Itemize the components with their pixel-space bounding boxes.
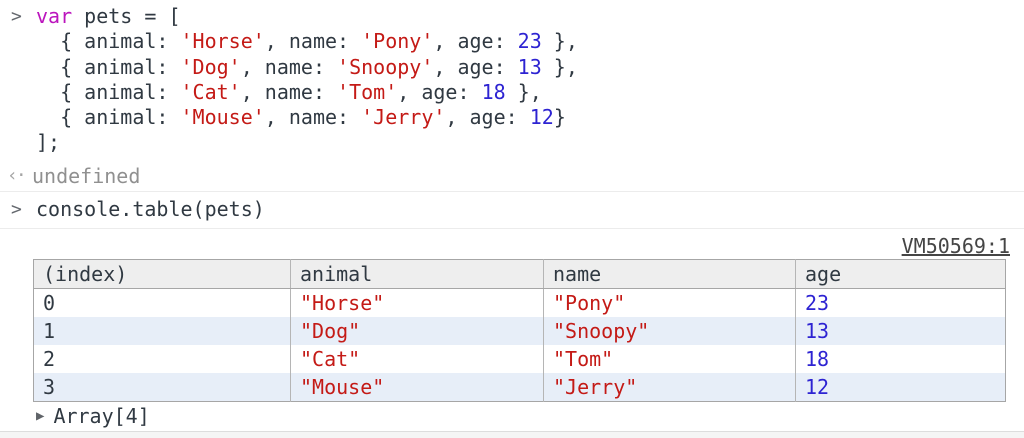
code-line: var pets = [: [36, 4, 1024, 29]
table-cell: 2: [34, 345, 291, 373]
code-line: { animal: 'Cat', name: 'Tom', age: 18 },: [36, 80, 1024, 105]
table-cell: "Mouse": [291, 373, 544, 402]
console-table-output: VM50569:1 (index)animalnameage 0"Horse""…: [0, 229, 1024, 430]
column-header-name[interactable]: name: [544, 259, 796, 288]
table-cell: "Pony": [544, 288, 796, 317]
table-cell: "Cat": [291, 345, 544, 373]
console-input-code: var pets = [ { animal: 'Horse', name: 'P…: [36, 4, 1024, 156]
prompt-chevron-icon: >: [0, 4, 36, 30]
table-cell: "Jerry": [544, 373, 796, 402]
table-cell: "Dog": [291, 317, 544, 345]
table-cell: 23: [796, 288, 1006, 317]
table-row: 2"Cat""Tom"18: [34, 345, 1006, 373]
console-result-entry: ‹· undefined: [0, 163, 1024, 189]
return-value: undefined: [32, 164, 140, 188]
console-panel: > var pets = [ { animal: 'Horse', name: …: [0, 0, 1024, 430]
table-row: 0"Horse""Pony"23: [34, 288, 1006, 317]
console-bottom-divider: [0, 431, 1024, 438]
table-cell: "Tom": [544, 345, 796, 373]
expand-triangle-icon[interactable]: ▶: [36, 408, 44, 424]
return-value-icon: ‹·: [0, 165, 32, 186]
table-cell: "Snoopy": [544, 317, 796, 345]
console-table-body: 0"Horse""Pony"231"Dog""Snoopy"132"Cat""T…: [34, 288, 1006, 401]
table-cell: 12: [796, 373, 1006, 402]
code-line: { animal: 'Mouse', name: 'Jerry', age: 1…: [36, 105, 1024, 130]
console-table: (index)animalnameage 0"Horse""Pony"231"D…: [33, 259, 1006, 402]
code-line: { animal: 'Horse', name: 'Pony', age: 23…: [36, 29, 1024, 54]
source-location-link[interactable]: VM50569:1: [902, 234, 1010, 258]
column-header-index[interactable]: (index): [34, 259, 291, 288]
table-cell: 0: [34, 288, 291, 317]
console-table-header: (index)animalnameage: [34, 259, 1006, 288]
array-summary[interactable]: Array[4]: [53, 404, 149, 428]
table-cell: 13: [796, 317, 1006, 345]
code-line: ];: [36, 130, 1024, 155]
table-cell: 1: [34, 317, 291, 345]
table-header-row: (index)animalnameage: [34, 259, 1006, 288]
code-line: { animal: 'Dog', name: 'Snoopy', age: 13…: [36, 55, 1024, 80]
table-row: 3"Mouse""Jerry"12: [34, 373, 1006, 402]
column-header-age[interactable]: age: [796, 259, 1006, 288]
console-command: console.table(pets): [36, 197, 265, 222]
console-input-entry: > var pets = [ { animal: 'Horse', name: …: [0, 0, 1024, 156]
table-cell: "Horse": [291, 288, 544, 317]
array-expander[interactable]: ▶ Array[4]: [36, 402, 1024, 430]
column-header-animal[interactable]: animal: [291, 259, 544, 288]
source-location: VM50569:1: [0, 234, 1024, 258]
table-cell: 18: [796, 345, 1006, 373]
table-cell: 3: [34, 373, 291, 402]
prompt-chevron-icon: >: [0, 197, 36, 222]
table-row: 1"Dog""Snoopy"13: [34, 317, 1006, 345]
console-command-entry: > console.table(pets): [0, 191, 1024, 229]
